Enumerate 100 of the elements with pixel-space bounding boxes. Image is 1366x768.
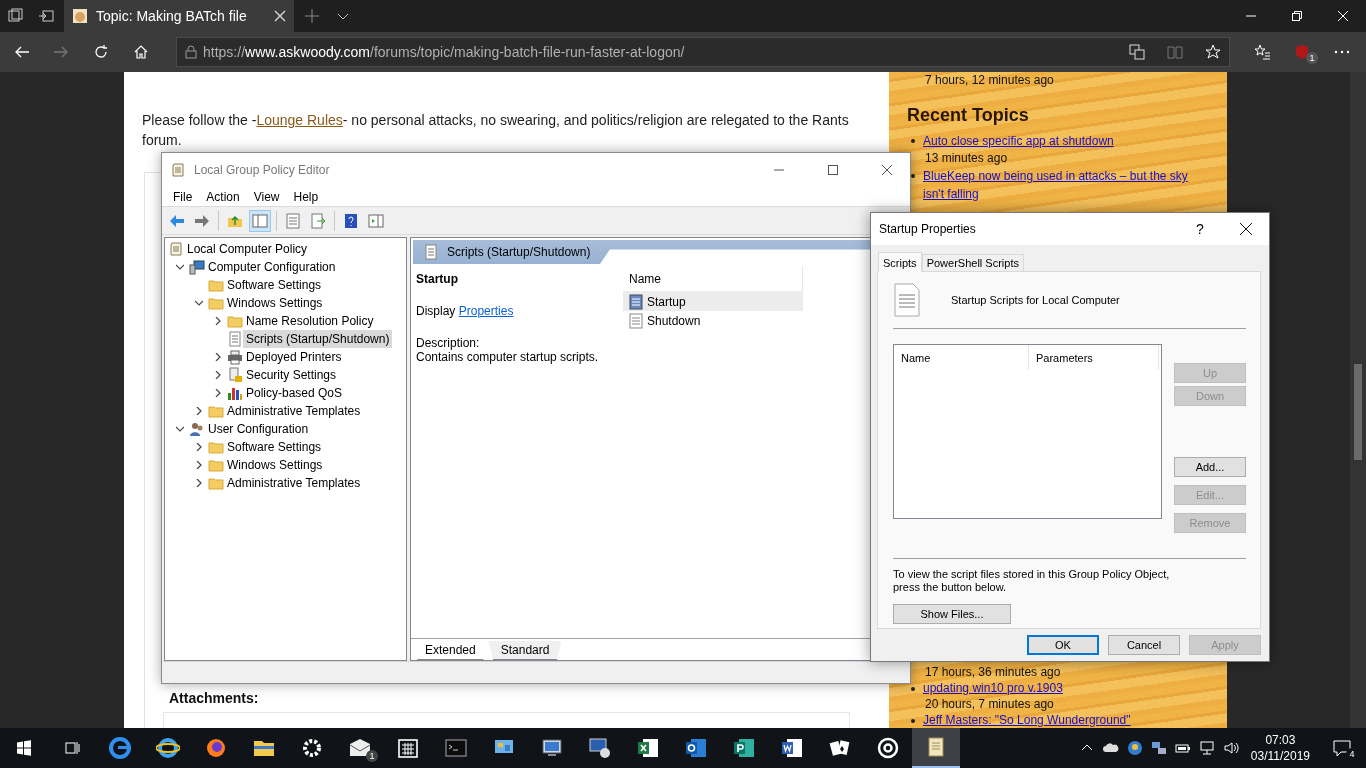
computer-icon <box>189 259 205 275</box>
tree-item[interactable]: Deployed Printers <box>243 348 345 366</box>
menu-item[interactable]: View <box>246 189 287 204</box>
scripts-heading: Startup Scripts for Local Computer <box>951 294 1120 306</box>
favicon-icon <box>72 8 88 24</box>
menu-item[interactable]: Help <box>286 189 326 204</box>
tree-item[interactable]: Computer Configuration <box>205 258 339 276</box>
disc-icon <box>876 736 900 760</box>
script-file-icon <box>893 283 921 317</box>
side-button[interactable]: Add... <box>1174 457 1246 477</box>
folder-icon <box>208 403 224 419</box>
close-icon <box>882 165 892 175</box>
properties-icon <box>285 212 301 229</box>
folder-icon <box>208 295 224 311</box>
count-badge: 1 <box>1306 52 1318 64</box>
topic-link[interactable]: Jeff Masters: "So Long Wunderground" <box>923 712 1203 728</box>
forward-icon <box>194 212 210 229</box>
spreadsheet-icon <box>636 736 660 760</box>
back-icon <box>14 44 30 60</box>
word-icon <box>780 736 804 760</box>
window-title: Local Group Policy Editor <box>194 163 331 177</box>
attachments-heading: Attachments: <box>169 690 260 706</box>
forward-icon <box>53 44 69 60</box>
topic-time: 17 hours, 36 minutes ago <box>925 664 1062 680</box>
bullet-icon <box>911 174 915 178</box>
security-icon <box>227 367 243 383</box>
address-bar[interactable]: https://www.askwoody.com/forums/topic/making-batch-file-run-faster-at-logon/ <box>176 37 1230 67</box>
scrollbar[interactable] <box>1350 72 1366 728</box>
tree-item[interactable]: User Configuration <box>205 420 312 438</box>
topic-time: 13 minutes ago <box>925 150 1009 167</box>
column-header[interactable]: Parameters <box>1029 345 1159 370</box>
show-files-button[interactable]: Show Files... <box>893 604 1011 624</box>
maximize-icon <box>828 165 838 175</box>
home-icon <box>133 44 149 60</box>
close-icon <box>1338 11 1348 21</box>
tree-item[interactable]: Policy-based QoS <box>243 384 346 402</box>
close-icon <box>1240 223 1252 235</box>
dialog-title: Startup Properties <box>879 222 977 236</box>
gear-icon <box>300 736 324 760</box>
book-icon <box>1167 44 1183 60</box>
shield-icon <box>1294 44 1310 60</box>
users-icon <box>189 421 205 437</box>
clock[interactable]: 07:03 03/11/2019 <box>1242 732 1318 764</box>
menu-item[interactable]: File <box>166 189 200 204</box>
count-badge: 4 <box>1346 748 1358 760</box>
menu-item[interactable]: Action <box>199 189 247 204</box>
dialog-tab[interactable]: PowerShell Scripts <box>921 254 1024 271</box>
mail-app-icon <box>684 736 708 760</box>
close-icon <box>274 10 286 22</box>
scroll-thumb[interactable] <box>1354 364 1362 460</box>
set-aside-icon <box>38 8 54 24</box>
tree-item[interactable]: Local Computer Policy <box>184 240 311 258</box>
dialog-button[interactable]: Cancel <box>1108 635 1180 655</box>
folder-icon <box>208 277 224 293</box>
new-tab-icon <box>305 9 319 23</box>
tree-item[interactable]: Software Settings <box>224 276 325 294</box>
properties-link[interactable]: Properties <box>458 304 514 318</box>
tree-item[interactable]: Administrative Templates <box>224 474 364 492</box>
tabs-aside-icon <box>7 8 23 24</box>
restore-icon <box>1292 11 1302 21</box>
count-badge: 1 <box>366 750 378 762</box>
dialog-button[interactable]: OK <box>1027 635 1099 655</box>
start-icon <box>16 740 32 756</box>
topic-link[interactable]: updating win10 pro v.1903 <box>923 680 1203 696</box>
fox-icon <box>204 736 228 760</box>
note-text: To view the script files stored in this Group Policy Object, press the button below. <box>893 568 1171 594</box>
folder-icon <box>227 313 243 329</box>
dialog-tab[interactable]: Scripts <box>878 252 922 272</box>
tree-item[interactable]: Name Resolution Policy <box>243 312 377 330</box>
list-item[interactable]: Startup <box>623 292 803 311</box>
more-icon <box>1334 50 1350 54</box>
printer-icon <box>227 349 243 365</box>
topic-time: 7 hours, 12 minutes ago <box>925 72 1055 89</box>
folder-icon <box>208 457 224 473</box>
browser-tab[interactable]: Topic: Making BATch file <box>64 0 294 32</box>
user-badge-icon <box>1126 740 1143 756</box>
tree-item[interactable]: Windows Settings <box>224 456 326 474</box>
tree-item[interactable]: Scripts (Startup/Shutdown) <box>243 330 393 348</box>
topic-time: 20 hours, 7 minutes ago <box>925 696 1055 712</box>
browser-icon <box>108 736 132 760</box>
topic-link[interactable]: Auto close specific app at shutdown <box>923 132 1203 150</box>
rules-link[interactable]: Lounge Rules <box>256 112 343 128</box>
notifications-icon <box>1333 739 1351 757</box>
view-tab[interactable]: Standard <box>488 641 562 660</box>
export-icon <box>310 212 326 229</box>
scripts-list[interactable]: Name Parameters <box>893 344 1162 519</box>
tree-item[interactable]: Software Settings <box>224 438 325 456</box>
tree-item[interactable]: Security Settings <box>243 366 340 384</box>
column-header[interactable]: Name <box>894 345 1029 370</box>
tree-item[interactable]: Administrative Templates <box>224 402 364 420</box>
terminal-icon <box>444 736 468 760</box>
network-icon <box>1198 740 1215 756</box>
bullet-icon <box>911 719 915 723</box>
topic-link[interactable]: BlueKeep now being used in attacks – but the sky isn't falling <box>923 167 1203 203</box>
globe-icon <box>156 736 180 760</box>
help-button[interactable]: ? <box>1177 221 1223 237</box>
tree-item[interactable]: Windows Settings <box>224 294 326 312</box>
rules-notice: Please follow the -Lounge Rules- no personal attacks, no swearing, and politics/religion are relegated to the Rants forum. <box>142 111 850 150</box>
favorites-icon <box>1254 44 1270 60</box>
list-item[interactable]: Shutdown <box>623 311 803 330</box>
